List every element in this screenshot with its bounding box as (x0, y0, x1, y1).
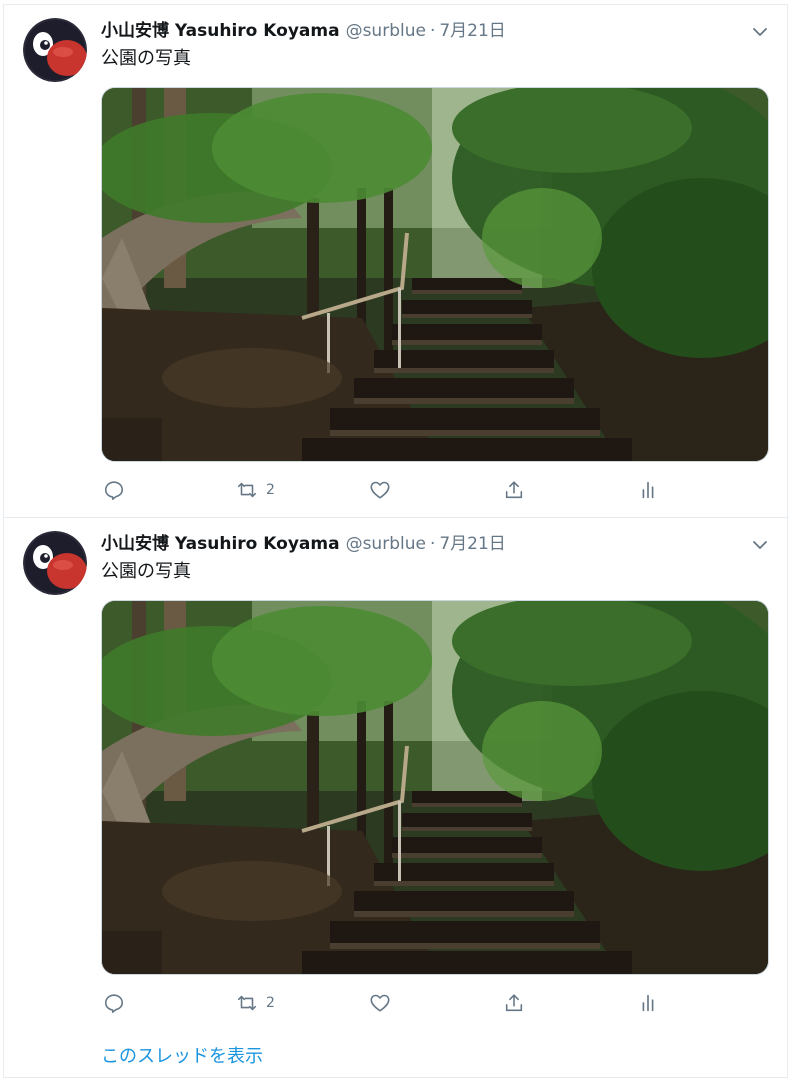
heart-icon (370, 481, 390, 499)
chevron-down-icon[interactable] (751, 23, 769, 41)
retweet-icon (237, 482, 257, 498)
display-name[interactable]: 小山安博 Yasuhiro Koyama (101, 21, 340, 41)
like-button[interactable] (369, 988, 391, 1018)
tweet-actions: 2 (101, 475, 661, 505)
display-name[interactable]: 小山安博 Yasuhiro Koyama (101, 534, 340, 554)
separator-dot: · (429, 21, 436, 41)
reply-icon (104, 994, 124, 1013)
retweet-button[interactable]: 2 (236, 475, 275, 505)
share-icon (505, 994, 523, 1012)
reply-button[interactable] (103, 475, 125, 505)
share-icon (505, 481, 523, 499)
tweet-text: 公園の写真 (101, 48, 191, 69)
tweet-photo[interactable] (101, 87, 769, 462)
user-handle[interactable]: @surblue (346, 534, 426, 554)
share-button[interactable] (503, 475, 525, 505)
reply-button[interactable] (103, 988, 125, 1018)
tweet[interactable]: 小山安博 Yasuhiro Koyama @surblue · 7月21日 公園の写真… (4, 5, 787, 518)
analytics-icon (642, 994, 654, 1012)
retweet-button[interactable]: 2 (236, 988, 275, 1018)
heart-icon (370, 994, 390, 1012)
chevron-down-icon[interactable] (751, 536, 769, 554)
tweet-actions: 2 (101, 988, 661, 1018)
retweet-count: 2 (266, 482, 275, 498)
analytics-button[interactable] (637, 475, 659, 505)
avatar[interactable] (23, 18, 87, 82)
analytics-button[interactable] (637, 988, 659, 1018)
tweet[interactable]: 小山安博 Yasuhiro Koyama @surblue · 7月21日 公園の写真… (4, 518, 787, 1077)
tweet-header: 小山安博 Yasuhiro Koyama @surblue · 7月21日 (101, 19, 506, 43)
tweet-date[interactable]: 7月21日 (439, 534, 505, 554)
separator-dot: · (429, 534, 436, 554)
avatar[interactable] (23, 531, 87, 595)
reply-icon (104, 481, 124, 500)
tweet-text: 公園の写真 (101, 561, 191, 582)
tweet-date[interactable]: 7月21日 (439, 21, 505, 41)
retweet-icon (237, 995, 257, 1011)
user-handle[interactable]: @surblue (346, 21, 426, 41)
analytics-icon (642, 481, 654, 499)
show-thread-link[interactable]: このスレッドを表示 (101, 1042, 263, 1068)
like-button[interactable] (369, 475, 391, 505)
share-button[interactable] (503, 988, 525, 1018)
timeline: 小山安博 Yasuhiro Koyama @surblue · 7月21日 公園の写真… (3, 4, 788, 1078)
tweet-photo[interactable] (101, 600, 769, 975)
retweet-count: 2 (266, 995, 275, 1011)
tweet-header: 小山安博 Yasuhiro Koyama @surblue · 7月21日 (101, 532, 506, 556)
